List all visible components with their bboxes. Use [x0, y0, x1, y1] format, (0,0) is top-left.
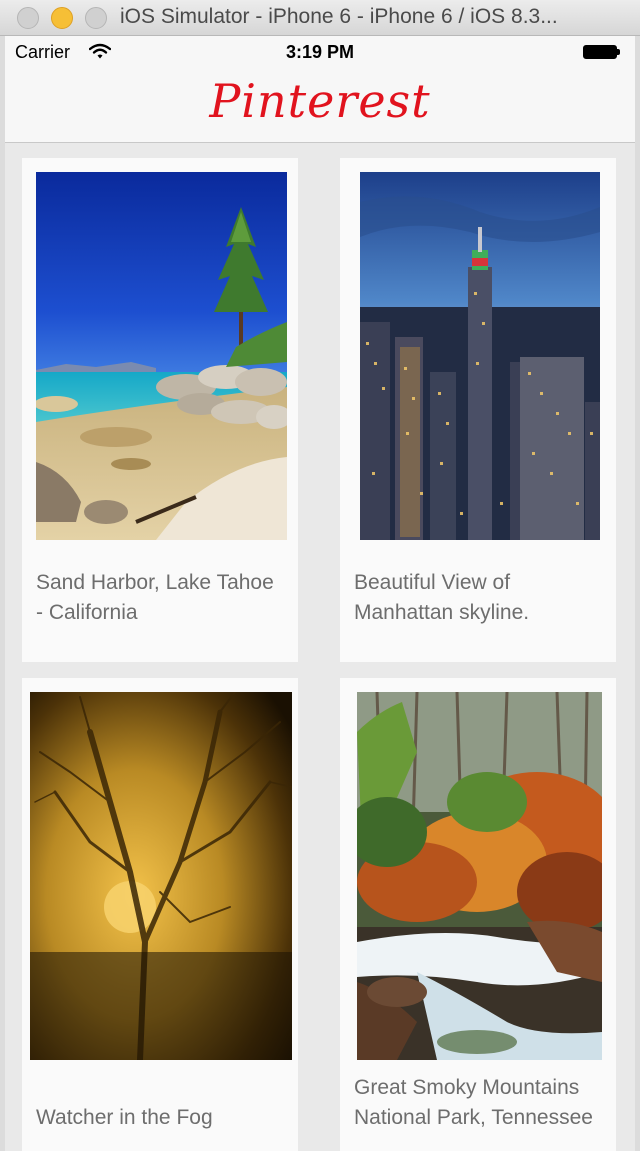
pin-caption: Sand Harbor, Lake Tahoe - California [36, 571, 274, 624]
pin-image-great-smoky-mountains[interactable] [357, 692, 602, 1060]
close-window-button[interactable] [17, 7, 39, 29]
minimize-window-button[interactable] [51, 7, 73, 29]
pin-card[interactable]: Great Smoky Mountains National Park, Ten… [340, 678, 616, 1151]
fog-tree-photo [30, 692, 292, 1060]
pin-card[interactable]: Watcher in the Fog [22, 678, 298, 1151]
pin-card[interactable]: Sand Harbor, Lake Tahoe - California [22, 158, 298, 662]
window-title-bar: iOS Simulator - iPhone 6 - iPhone 6 / iO… [0, 0, 640, 36]
pin-image-manhattan[interactable] [360, 172, 600, 540]
device-screen: Carrier 3:19 PM Pinterest Sand Harbor, L… [5, 36, 635, 1151]
status-time: 3:19 PM [285, 42, 355, 62]
pin-image-sand-harbor[interactable] [36, 172, 287, 540]
pin-caption: Watcher in the Fog [36, 1106, 213, 1129]
navigation-bar: Pinterest [5, 68, 635, 143]
pin-caption: Great Smoky Mountains National Park, Ten… [354, 1076, 593, 1129]
simulator-side-right [635, 36, 640, 1151]
pin-caption: Beautiful View of Manhattan skyline. [354, 571, 530, 624]
status-bar: Carrier 3:19 PM [5, 36, 635, 68]
lake-photo [36, 172, 287, 540]
zoom-window-button[interactable] [85, 7, 107, 29]
pin-image-watcher-in-the-fog[interactable] [30, 692, 292, 1060]
pinterest-logo: Pinterest [209, 74, 431, 128]
window-title: iOS Simulator - iPhone 6 - iPhone 6 / iO… [120, 5, 558, 28]
waterfall-photo [357, 692, 602, 1060]
battery-tip [617, 49, 620, 55]
pin-feed[interactable]: Sand Harbor, Lake Tahoe - California Bea… [5, 143, 635, 1151]
skyline-photo [360, 172, 600, 540]
battery-icon [583, 45, 617, 59]
pin-card[interactable]: Beautiful View of Manhattan skyline. [340, 158, 616, 662]
